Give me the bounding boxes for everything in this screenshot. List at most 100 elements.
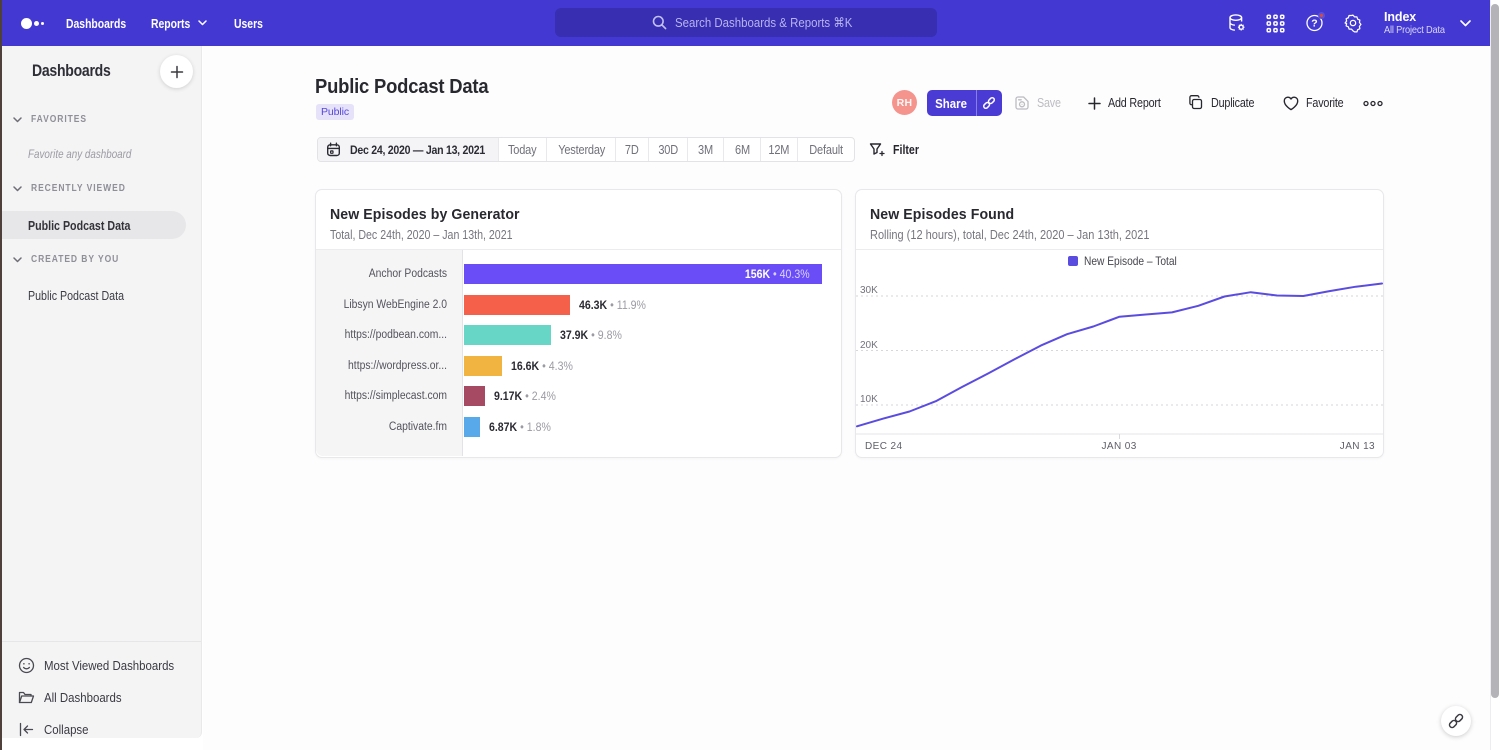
share-button[interactable]: Share bbox=[927, 90, 1002, 116]
notification-badge bbox=[1318, 12, 1325, 19]
bar-percent: • 2.4% bbox=[525, 389, 556, 403]
line-chart-title[interactable]: New Episodes Found bbox=[870, 206, 1367, 223]
sidebar-title: Dashboards bbox=[32, 62, 111, 81]
chevron-down-icon bbox=[1460, 20, 1471, 27]
topbar-right: ? Index All Project Data bbox=[2, 0, 1490, 46]
bar-percent: • 40.3% bbox=[773, 267, 810, 281]
bar[interactable] bbox=[464, 417, 480, 437]
share-link-button[interactable] bbox=[976, 90, 1003, 116]
bar-chart-title[interactable]: New Episodes by Generator bbox=[330, 206, 825, 223]
bar[interactable] bbox=[464, 356, 502, 376]
copy-icon bbox=[1188, 95, 1204, 111]
collapse-sidebar[interactable]: Collapse bbox=[18, 713, 201, 745]
bar-row: Libsyn WebEngine 2.0 46.3K • 11.9% bbox=[316, 295, 841, 315]
bar-chart-body: Anchor Podcasts156K • 40.3% Libsyn WebEng… bbox=[316, 250, 841, 456]
collapse-icon bbox=[18, 721, 35, 738]
date-range-picker[interactable]: Dec 24, 2020 — Jan 13, 2021 bbox=[318, 138, 499, 161]
link-icon bbox=[1447, 712, 1465, 730]
x-axis-label: JAN 03 bbox=[1102, 441, 1137, 452]
favorite-button[interactable]: Favorite bbox=[1283, 90, 1350, 116]
bar-category-label: https://podbean.com... bbox=[329, 325, 447, 345]
page-scrollbar[interactable] bbox=[1490, 0, 1500, 750]
bar-value: 46.3K bbox=[579, 298, 607, 312]
preset-3m[interactable]: 3M bbox=[688, 138, 724, 161]
save-button[interactable]: Save bbox=[1014, 90, 1065, 116]
scrollbar-thumb[interactable] bbox=[1491, 4, 1499, 698]
sidebar-item-recent-dashboard[interactable]: Public Podcast Data bbox=[2, 211, 186, 239]
preset-7d[interactable]: 7D bbox=[616, 138, 649, 161]
bar-category-label: Captivate.fm bbox=[329, 417, 447, 437]
filter-icon bbox=[869, 142, 885, 158]
sidebar-item-created-dashboard[interactable]: Public Podcast Data bbox=[2, 281, 145, 309]
sidebar-bottom: Most Viewed Dashboards All Dashboards Co… bbox=[2, 641, 201, 745]
all-dashboards[interactable]: All Dashboards bbox=[18, 681, 201, 713]
y-axis-label: 10K bbox=[860, 394, 878, 405]
bar-row: Anchor Podcasts156K • 40.3% bbox=[316, 264, 841, 284]
project-name: Index bbox=[1384, 10, 1453, 24]
sidebar: Dashboards FAVORITES Favorite any dashbo… bbox=[2, 46, 202, 738]
bar-value-label: 9.17K • 2.4% bbox=[494, 386, 556, 406]
folder-icon bbox=[18, 689, 35, 706]
settings-icon[interactable] bbox=[1333, 0, 1372, 46]
bar-row: https://podbean.com... 37.9K • 9.8% bbox=[316, 325, 841, 345]
window-edge bbox=[0, 0, 2, 750]
smiley-icon bbox=[18, 657, 35, 674]
preset-default[interactable]: Default bbox=[798, 138, 854, 161]
preset-30d[interactable]: 30D bbox=[649, 138, 688, 161]
bar-percent: • 9.8% bbox=[591, 328, 622, 342]
main-content: Public Podcast Data Public RH Share Save… bbox=[203, 46, 1490, 750]
add-report-button[interactable]: Add Report bbox=[1088, 90, 1169, 116]
new-dashboard-button[interactable] bbox=[160, 55, 193, 88]
bar-category-label: https://simplecast.com bbox=[329, 386, 447, 406]
x-axis-label: JAN 13 bbox=[1340, 441, 1375, 452]
duplicate-button[interactable]: Duplicate bbox=[1188, 90, 1261, 116]
avatar[interactable]: RH bbox=[892, 90, 917, 115]
chevron-down-icon bbox=[13, 117, 22, 123]
heart-icon bbox=[1283, 96, 1299, 111]
date-range-bar: Dec 24, 2020 — Jan 13, 2021 Today Yester… bbox=[317, 137, 855, 162]
bar-value: 6.87K bbox=[489, 420, 517, 434]
bar[interactable] bbox=[464, 386, 485, 406]
more-button[interactable] bbox=[1363, 90, 1390, 116]
project-selector[interactable]: Index All Project Data bbox=[1384, 0, 1453, 46]
preset-today[interactable]: Today bbox=[499, 138, 548, 161]
most-viewed-dashboards[interactable]: Most Viewed Dashboards bbox=[18, 649, 201, 681]
link-icon bbox=[981, 95, 997, 111]
bar-chart-card: New Episodes by Generator Total, Dec 24t… bbox=[315, 189, 842, 458]
bar[interactable] bbox=[464, 295, 570, 315]
topbar: Dashboards Reports Users Search Dashboar… bbox=[2, 0, 1490, 46]
bar-value-label: 37.9K • 9.8% bbox=[560, 325, 622, 345]
y-axis-label: 30K bbox=[860, 285, 878, 296]
bar-value: 37.9K bbox=[560, 328, 588, 342]
filter-button[interactable]: Filter bbox=[869, 142, 924, 158]
calendar-icon bbox=[326, 142, 341, 157]
chevron-down-icon bbox=[13, 257, 22, 263]
preset-12m[interactable]: 12M bbox=[761, 138, 798, 161]
sidebar-section-created[interactable]: CREATED BY YOU bbox=[13, 254, 135, 265]
data-management-icon[interactable] bbox=[1217, 0, 1256, 46]
line-chart-card: New Episodes Found Rolling (12 hours), t… bbox=[855, 189, 1384, 458]
preset-6m[interactable]: 6M bbox=[724, 138, 760, 161]
x-axis-label: DEC 24 bbox=[865, 441, 902, 452]
bar-value-label: 46.3K • 11.9% bbox=[579, 295, 646, 315]
preset-yesterday[interactable]: Yesterday bbox=[547, 138, 616, 161]
copy-link-floating-button[interactable] bbox=[1441, 706, 1471, 736]
line-plot[interactable]: 10K20K30KDEC 24JAN 03JAN 13 bbox=[856, 250, 1383, 456]
bar-category-label: Libsyn WebEngine 2.0 bbox=[329, 295, 447, 315]
bar-percent: • 1.8% bbox=[520, 420, 551, 434]
apps-grid-icon[interactable] bbox=[1256, 0, 1295, 46]
sidebar-header: Dashboards bbox=[2, 55, 201, 88]
line-chart-body: New Episode – Total 10K20K30KDEC 24JAN 0… bbox=[856, 250, 1383, 456]
bar-value-label: 6.87K • 1.8% bbox=[489, 417, 551, 437]
help-icon[interactable]: ? bbox=[1295, 0, 1334, 46]
date-toolbar: Dec 24, 2020 — Jan 13, 2021 Today Yester… bbox=[317, 137, 924, 162]
sidebar-section-recent[interactable]: RECENTLY VIEWED bbox=[13, 183, 143, 194]
bar-value: 9.17K bbox=[494, 389, 522, 403]
dashboard-actions: RH Share Save Add Report Duplicate Favor… bbox=[203, 90, 1490, 116]
bar-value: 156K bbox=[745, 267, 770, 281]
bar[interactable] bbox=[464, 325, 551, 345]
favorites-empty-hint: Favorite any dashboard bbox=[28, 147, 154, 161]
bar-row: Captivate.fm 6.87K • 1.8% bbox=[316, 417, 841, 437]
sidebar-section-favorites[interactable]: FAVORITES bbox=[13, 114, 97, 125]
plus-icon bbox=[170, 65, 184, 79]
